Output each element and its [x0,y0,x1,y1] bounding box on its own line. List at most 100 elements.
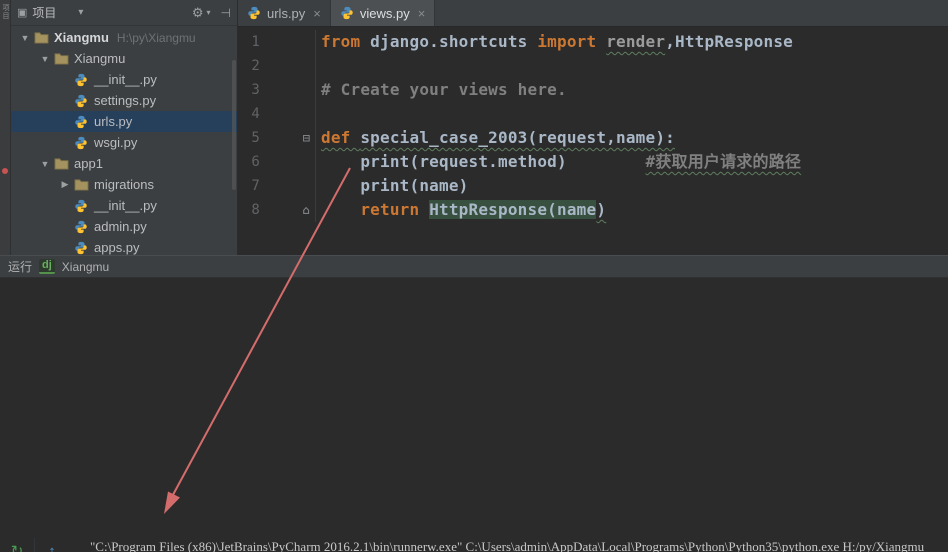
up-stack-trace-icon[interactable]: ↑ [39,538,65,552]
tree-item-xiangmu[interactable]: ▼ Xiangmu H:\py\Xiangmu [11,27,237,48]
console-text: "C:\Program Files (x86)\JetBrains\PyChar… [90,539,925,552]
line-number: 7 [251,178,260,194]
tree-item-migrations[interactable]: ▶ migrations [11,174,237,195]
gear-caret-icon: ▾ [206,8,211,17]
project-panel: ▣ 项目 ▾ ⚙ ▾ ⊣ ▼ Xiangmu H:\py\Xiangmu ▼ Xiang… [11,0,238,255]
tool-window-stripe[interactable]: 项目 [0,0,11,255]
tree-item-apps-py[interactable]: apps.py [11,237,237,255]
python-file-icon [247,6,261,20]
tree-item-label: admin.py [94,219,147,234]
code-line-2[interactable]: 2 [238,54,948,78]
expanded-arrow-icon[interactable]: ▼ [17,33,33,43]
stripe-label: 项目 [2,4,9,20]
collapsed-arrow-icon[interactable]: ▶ [57,179,73,190]
tree-item-label: settings.py [94,93,157,108]
run-panel: 运行 dj Xiangmu ↻■‖▤➤×? ↑↓⇆↧▦▥ "C:\Program… [0,255,948,552]
tree-item-app1[interactable]: ▼ app1 [11,153,237,174]
folder-icon [53,52,69,66]
gutter [260,78,316,102]
console-line: "C:\Program Files (x86)\JetBrains\PyChar… [90,537,948,552]
python-file-icon [73,199,89,213]
editor-tabs: urls.py × views.py × [238,0,948,27]
fold-open-icon[interactable]: ⊟ [260,126,316,150]
line-number: 8 [251,202,260,218]
tree-item-urls-py[interactable]: urls.py [11,111,237,132]
tab-views-py[interactable]: views.py × [330,0,436,26]
tree-item--init-py[interactable]: __init__.py [11,195,237,216]
python-file-icon [73,220,89,234]
project-panel-title[interactable]: 项目 [32,4,56,21]
python-file-icon [73,241,89,255]
code-line-1[interactable]: 1 from django.shortcuts import render,Htt… [238,30,948,54]
tree-item-label: __init__.py [94,72,157,87]
tree-item-settings-py[interactable]: settings.py [11,90,237,111]
project-icon: ▣ [17,7,28,19]
run-config-name[interactable]: Xiangmu [62,260,109,274]
gutter [260,30,316,54]
code-text: print(name) [321,176,469,195]
gutter [260,54,316,78]
expanded-arrow-icon[interactable]: ▼ [37,159,53,169]
python-file-icon [340,6,354,20]
code-line-7[interactable]: 7 print(name) [238,174,948,198]
console-output[interactable]: "C:\Program Files (x86)\JetBrains\PyChar… [90,533,948,552]
tree-item--init-py[interactable]: __init__.py [11,69,237,90]
tree-item-label: Xiangmu [54,30,109,45]
run-panel-header: 运行 dj Xiangmu [0,256,948,278]
code-text: def special_case_2003(request,name): [321,128,675,147]
gutter [260,102,316,126]
code-line-6[interactable]: 6 print(request.method) #获取用户请求的路径 [238,150,948,174]
line-number: 1 [251,34,260,50]
code-line-8[interactable]: 8 ⌂ return HttpResponse(name) [238,198,948,222]
close-tab-icon[interactable]: × [313,6,321,21]
tab-label: urls.py [267,5,306,21]
fold-end-icon[interactable]: ⌂ [260,198,316,222]
console-toolbar: ↑↓⇆↧▦▥ [38,538,66,552]
project-tree: ▼ Xiangmu H:\py\Xiangmu ▼ Xiangmu __init__.py… [11,27,237,255]
run-panel-title[interactable]: 运行 [8,258,32,275]
editor-area: urls.py × views.py × 1 from django.shortcuts… [238,0,948,255]
tree-scrollbar[interactable] [232,60,236,190]
run-toolbar-main: ↻■‖▤➤×? [3,538,35,552]
code-editor[interactable]: 1 from django.shortcuts import render,Htt… [238,27,948,255]
tree-item-label: urls.py [94,114,133,129]
code-line-5[interactable]: 5 ⊟ def special_case_2003(request,name): [238,126,948,150]
project-panel-header: ▣ 项目 ▾ ⚙ ▾ ⊣ [11,0,237,26]
code-text: # Create your views here. [321,80,567,99]
expanded-arrow-icon[interactable]: ▼ [37,54,53,64]
python-file-icon [73,73,89,87]
folder-icon [73,178,89,192]
hide-panel-icon[interactable]: ⊣ [221,6,231,20]
project-path: H:\py\Xiangmu [116,30,196,45]
tree-item-xiangmu[interactable]: ▼ Xiangmu [11,48,237,69]
tree-item-label: migrations [94,177,154,192]
rerun-icon[interactable]: ↻ [4,538,30,552]
code-text: from django.shortcuts import render,Http… [321,32,794,51]
folder-icon [33,31,49,45]
code-text: print(request.method) #获取用户请求的路径 [321,152,802,171]
project-dropdown-caret-icon[interactable]: ▾ [78,7,83,18]
code-line-4[interactable]: 4 [238,102,948,126]
line-number: 6 [251,154,260,170]
tab-urls-py[interactable]: urls.py × [238,0,331,26]
gutter [260,174,316,198]
python-file-icon [73,94,89,108]
tree-item-label: wsgi.py [94,135,138,150]
tree-item-admin-py[interactable]: admin.py [11,216,237,237]
gear-icon[interactable]: ⚙ [192,5,204,21]
line-number: 3 [251,82,260,98]
gutter [260,150,316,174]
tree-item-label: apps.py [94,240,140,255]
code-line-3[interactable]: 3 # Create your views here. [238,78,948,102]
close-tab-icon[interactable]: × [418,6,426,21]
tab-label: views.py [359,5,410,21]
line-number: 4 [251,106,260,122]
tree-item-label: Xiangmu [74,51,126,66]
folder-icon [53,157,69,171]
python-file-icon [73,136,89,150]
tree-item-label: app1 [74,156,103,171]
code-text: return HttpResponse(name) [360,200,607,219]
tree-item-wsgi-py[interactable]: wsgi.py [11,132,237,153]
